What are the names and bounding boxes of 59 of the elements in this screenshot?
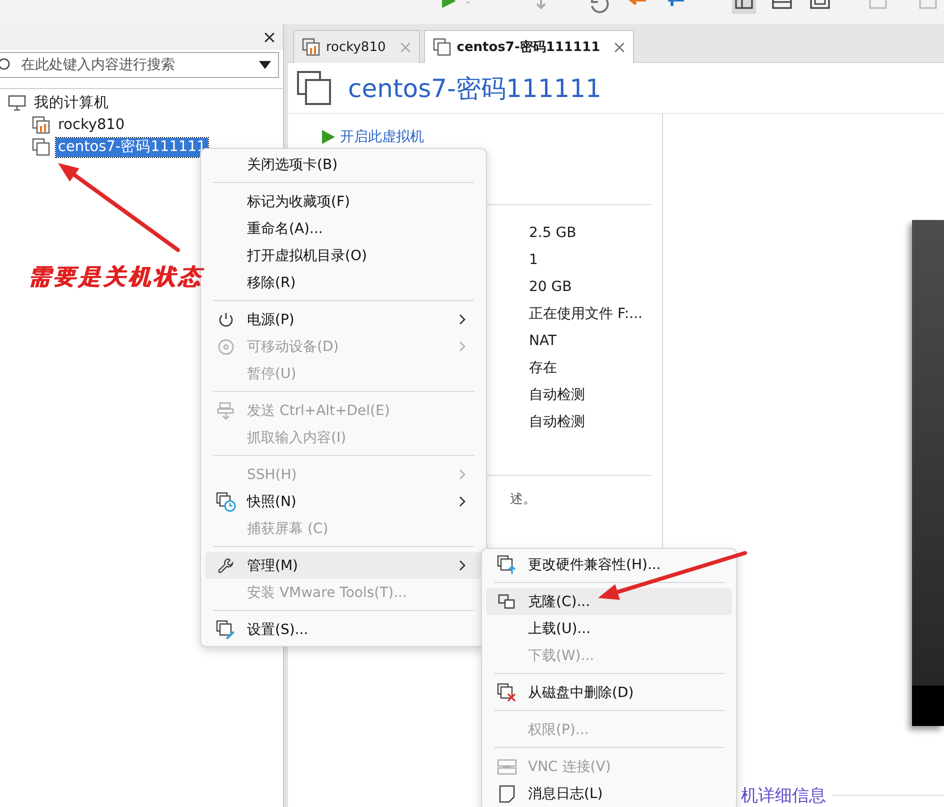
power-on-link[interactable]: 开启此虚拟机 (320, 126, 424, 148)
menu-item[interactable]: 重命名(A)... (205, 215, 482, 242)
vm-icon (432, 38, 451, 56)
delete-icon (497, 682, 517, 702)
layout-icon[interactable] (732, 0, 756, 14)
detail-value: 2.5 GB (529, 224, 578, 243)
section-heading: 机详细信息 (741, 785, 826, 807)
tab[interactable]: rocky810 (293, 30, 420, 63)
detail-value: NAT (529, 332, 558, 351)
detail-value: 自动检测 (529, 413, 586, 432)
search-icon (0, 58, 12, 72)
menu-item[interactable]: 从磁盘中删除(D) (486, 679, 732, 706)
description-text: 述。 (510, 491, 537, 508)
menu-item[interactable]: 设置(S)... (205, 616, 482, 643)
power-icon (217, 310, 235, 328)
detail-value: 1 (529, 251, 539, 270)
wrench-icon (217, 556, 235, 574)
menu-item[interactable]: 打开虚拟机目录(O) (205, 242, 482, 269)
menu-item[interactable]: 电源(P) (205, 306, 482, 333)
search-field[interactable]: 在此处键入内容进行搜索 (0, 52, 279, 78)
menu-item[interactable]: 更改硬件兼容性(H)... (486, 551, 732, 578)
menu-item[interactable]: 上载(U)... (486, 615, 732, 642)
menu-item[interactable]: 克隆(C)... (486, 588, 732, 615)
chevron-icon (459, 560, 466, 571)
menu-item[interactable]: 快照(N) (205, 488, 482, 515)
vm-running-icon (302, 38, 320, 56)
vm-icon (32, 138, 50, 156)
disc-icon (217, 338, 235, 356)
vm-title: centos7-密码111111 (348, 72, 602, 104)
chevron-icon (459, 469, 466, 480)
tree-item[interactable]: 我的计算机 (32, 94, 111, 112)
detail-value: 20 GB (529, 278, 573, 297)
annotation-text: 需要是关机状态 (28, 263, 203, 292)
computer-icon (8, 95, 26, 111)
menu-item[interactable]: 管理(M) (205, 552, 482, 579)
note-icon (498, 784, 516, 802)
close-icon[interactable] (264, 32, 275, 42)
vm-icon (296, 70, 332, 106)
chevron-icon (459, 341, 466, 352)
clone-icon (498, 592, 516, 610)
tree-item[interactable]: rocky810 (56, 116, 127, 134)
chevron-icon (459, 314, 466, 325)
menu-item[interactable]: 标记为收藏项(F) (205, 188, 482, 215)
tab[interactable]: centos7-密码111111 (424, 30, 634, 63)
tree-item[interactable]: centos7-密码111111 (56, 138, 208, 156)
detail-value: 自动检测 (529, 386, 586, 405)
menu-item[interactable]: 消息日志(L) (486, 780, 732, 807)
revert-icon[interactable] (588, 0, 612, 14)
keyboard-send-icon (217, 402, 235, 420)
chevron-icon (459, 496, 466, 507)
upgrade-icon (497, 554, 517, 574)
detail-value: 正在使用文件 F:... (529, 305, 644, 324)
vm-running-icon (32, 116, 50, 134)
menu-item[interactable]: 移除(R) (205, 269, 482, 296)
play-icon (320, 129, 336, 145)
snapshot-icon (216, 492, 236, 512)
settings-icon (216, 620, 236, 640)
dropdown-icon[interactable] (259, 61, 271, 69)
detail-value: 存在 (529, 359, 558, 378)
